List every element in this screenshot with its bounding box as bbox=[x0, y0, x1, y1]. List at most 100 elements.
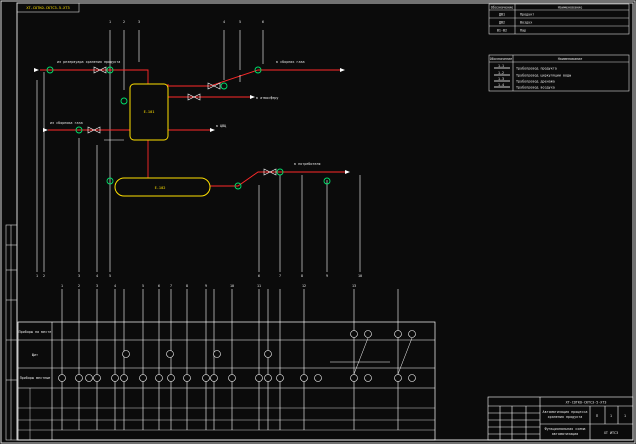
local-instrument-icon bbox=[394, 374, 402, 382]
legend-top-code: ДВ1 bbox=[499, 13, 505, 17]
flow-label: в ЦВЦ bbox=[216, 124, 226, 128]
title-block-title-c: Функциональная схема bbox=[545, 427, 586, 431]
legend-top-name: Продукт bbox=[520, 13, 534, 17]
local-instrument-icon bbox=[228, 374, 236, 382]
column-tag: 11 bbox=[257, 284, 261, 288]
flow-label: в атмосферу bbox=[256, 96, 278, 100]
legend-bottom-code: 1.4 bbox=[498, 83, 504, 87]
instrument-icon bbox=[120, 97, 128, 105]
legend-top: Обозначение Наименование ДВ1 Продукт ДВ2… bbox=[488, 3, 630, 35]
local-instrument-icon bbox=[85, 374, 93, 382]
tank-label: Е-101 bbox=[144, 110, 155, 114]
table-verticals bbox=[61, 289, 399, 430]
legend-bottom-code: 1.1 bbox=[498, 64, 504, 68]
title-block-title-b: хранения продукта bbox=[548, 415, 583, 419]
code-stamp: ХТ-СОТКО-СКТСЗ-5-ХТЗ bbox=[16, 2, 80, 13]
signal-tag: 7 bbox=[279, 274, 281, 278]
legend-bottom-code: 1.3 bbox=[498, 77, 504, 81]
legend-bottom-name: Трубопровод дренажа bbox=[516, 79, 555, 84]
column-tag: 13 bbox=[352, 284, 356, 288]
column-tag: 4 bbox=[114, 284, 116, 288]
local-instrument-icon bbox=[350, 374, 358, 382]
panel-instrument-icon bbox=[264, 350, 272, 358]
panel-instrument-icon bbox=[394, 330, 402, 338]
column-tag: 6 bbox=[158, 284, 160, 288]
local-instrument-icon bbox=[120, 374, 128, 382]
code-stamp-text: ХТ-СОТКО-СКТСЗ-5-ХТЗ bbox=[26, 6, 69, 10]
table-row-label: Щит bbox=[32, 353, 38, 357]
local-instrument-icon bbox=[167, 374, 175, 382]
left-stamp-strip bbox=[5, 224, 18, 441]
title-block-sheets: 1 bbox=[624, 414, 626, 418]
legend-bottom-header-name: Наименование bbox=[558, 57, 583, 61]
drawing-sheet: ХТ-СОТКО-СКТСЗ-5-ХТЗ Обозначение Наимено… bbox=[0, 0, 636, 444]
panel-instrument-icon bbox=[350, 330, 358, 338]
signal-tag: 2 bbox=[43, 274, 45, 278]
table-row-label: Приборы местные bbox=[20, 375, 51, 380]
flow-label: в сборник газа bbox=[276, 59, 305, 64]
title-block-org: ХТ ИТСЗ bbox=[604, 431, 618, 435]
legend-bottom-name: Трубопровод циркуляции воды bbox=[516, 73, 571, 78]
flow-label: в потребителя bbox=[294, 161, 321, 166]
tank-vessel: Е-101 bbox=[129, 83, 169, 141]
top-tag: 5 bbox=[239, 20, 241, 24]
column-tag: 2 bbox=[78, 284, 80, 288]
table-column-tags: 1 2 3 4 5 6 7 8 9 10 11 12 13 bbox=[61, 284, 356, 288]
top-tag: 2 bbox=[123, 20, 125, 24]
signal-tag: 3 bbox=[78, 274, 80, 278]
top-tag: 6 bbox=[262, 20, 264, 24]
panel-instrument-icon bbox=[122, 350, 130, 358]
process-scheme: 1 2 3 4 5 6 Е-101 Е-102 из резервуара хр… bbox=[34, 20, 362, 278]
signal-tag: 4 bbox=[96, 274, 98, 278]
local-instrument-icon bbox=[111, 374, 119, 382]
legend-top-code: В1-В2 bbox=[497, 29, 507, 33]
signal-tag: 1 bbox=[36, 274, 38, 278]
table-row-label: Приборы на месте bbox=[19, 329, 52, 334]
signal-tag: 9 bbox=[326, 274, 328, 278]
column-tag: 1 bbox=[61, 284, 63, 288]
top-tag: 3 bbox=[138, 20, 140, 24]
title-block-code: ХТ-СОТКО-СКТСЗ-5-ХТЗ bbox=[566, 401, 607, 405]
local-instrument-icon bbox=[75, 374, 83, 382]
panel-instruments bbox=[122, 330, 416, 358]
flow-label: из сборника газа bbox=[50, 120, 83, 125]
local-instrument-icon bbox=[364, 374, 372, 382]
column-tag: 8 bbox=[186, 284, 188, 288]
local-instrument-icon bbox=[202, 374, 210, 382]
flow-label: из резервуара хранения продукта bbox=[57, 60, 120, 64]
local-instrument-icon bbox=[210, 374, 218, 382]
local-instrument-icon bbox=[408, 374, 416, 382]
legend-top-header-code: Обозначение bbox=[491, 5, 513, 10]
legend-top-header-name: Наименование bbox=[558, 6, 583, 10]
local-instrument-icon bbox=[183, 374, 191, 382]
signal-tag: 10 bbox=[358, 274, 362, 278]
column-tag: 7 bbox=[170, 284, 172, 288]
receiver-label: Е-102 bbox=[155, 186, 166, 190]
panel-instrument-icon bbox=[408, 330, 416, 338]
column-tag: 10 bbox=[230, 284, 234, 288]
top-tag: 4 bbox=[223, 20, 225, 24]
column-tag: 5 bbox=[142, 284, 144, 288]
title-block-title-d: автоматизации bbox=[552, 432, 579, 436]
column-tag: 3 bbox=[96, 284, 98, 288]
legend-bottom-name: Трубопровод воздуха bbox=[516, 85, 555, 90]
top-tags: 1 2 3 4 5 6 bbox=[109, 20, 264, 24]
signal-tags: 1 2 3 4 5 6 7 8 9 10 bbox=[36, 274, 362, 278]
column-tag: 12 bbox=[302, 284, 306, 288]
top-tag: 1 bbox=[109, 20, 111, 24]
local-instrument-icon bbox=[264, 374, 272, 382]
instrument-icon bbox=[220, 82, 228, 90]
legend-bottom: Обозначение Наименование 1.1 Трубопровод… bbox=[488, 54, 630, 92]
local-instrument-icon bbox=[314, 374, 322, 382]
legend-top-name: Пар bbox=[520, 29, 526, 33]
receiver-vessel: Е-102 bbox=[114, 177, 211, 197]
local-instrument-icon bbox=[300, 374, 308, 382]
product-lines bbox=[40, 69, 345, 187]
local-instrument-icon bbox=[139, 374, 147, 382]
title-block-sheet: 1 bbox=[610, 414, 612, 418]
link-lines bbox=[330, 337, 413, 375]
local-instrument-icon bbox=[58, 374, 66, 382]
title-block-stage: П bbox=[596, 414, 598, 418]
valves bbox=[87, 66, 277, 176]
title-block-title-a: Автоматизация процесса bbox=[543, 410, 588, 414]
